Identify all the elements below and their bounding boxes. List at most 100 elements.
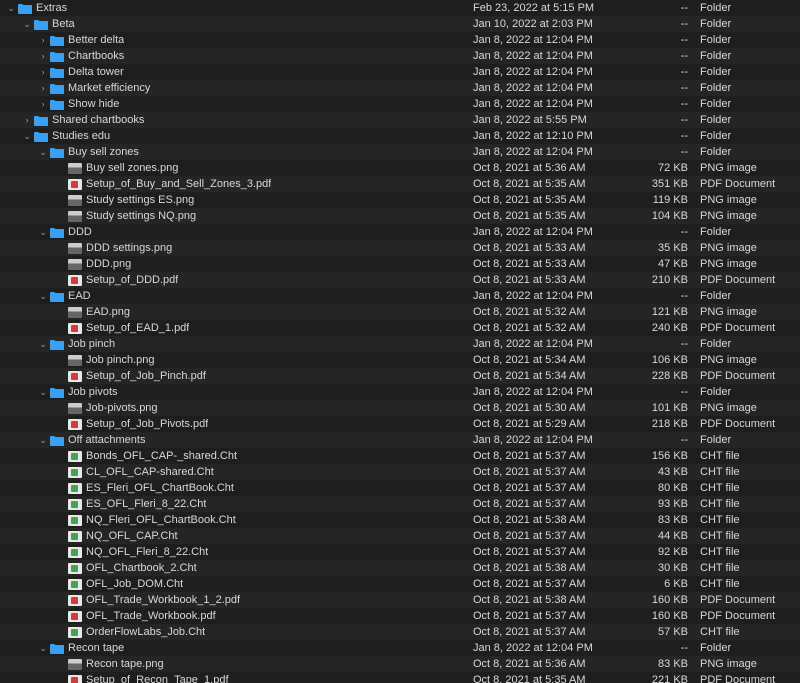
disclosure-open-icon[interactable]: ⌄ — [38, 432, 48, 448]
cht-file-icon — [68, 467, 82, 478]
folder-row[interactable]: ›Show hideJan 8, 2022 at 12:04 PM--Folde… — [0, 96, 800, 112]
disclosure-closed-icon[interactable]: › — [38, 48, 48, 64]
file-row[interactable]: OFL_Job_DOM.ChtOct 8, 2021 at 5:37 AM6 K… — [0, 576, 800, 592]
file-kind: Folder — [694, 80, 800, 96]
folder-row[interactable]: ⌄Job pivotsJan 8, 2022 at 12:04 PM--Fold… — [0, 384, 800, 400]
file-kind: PNG image — [694, 352, 800, 368]
folder-row[interactable]: ⌄Buy sell zonesJan 8, 2022 at 12:04 PM--… — [0, 144, 800, 160]
disclosure-closed-icon[interactable]: › — [22, 112, 32, 128]
file-row[interactable]: Setup_of_Buy_and_Sell_Zones_3.pdfOct 8, … — [0, 176, 800, 192]
file-row[interactable]: Setup_of_Job_Pivots.pdfOct 8, 2021 at 5:… — [0, 416, 800, 432]
date-modified: Jan 8, 2022 at 12:04 PM — [473, 288, 633, 304]
date-modified: Jan 8, 2022 at 12:04 PM — [473, 144, 633, 160]
disclosure-open-icon[interactable]: ⌄ — [6, 0, 16, 16]
folder-icon — [34, 117, 48, 126]
file-kind: Folder — [694, 144, 800, 160]
file-row[interactable]: Setup_of_Recon_Tape_1.pdfOct 8, 2021 at … — [0, 672, 800, 683]
date-modified: Oct 8, 2021 at 5:33 AM — [473, 240, 633, 256]
disclosure-closed-icon[interactable]: › — [38, 80, 48, 96]
file-row[interactable]: ES_Fleri_OFL_ChartBook.ChtOct 8, 2021 at… — [0, 480, 800, 496]
file-row[interactable]: EAD.pngOct 8, 2021 at 5:32 AM121 KBPNG i… — [0, 304, 800, 320]
file-row[interactable]: NQ_OFL_CAP.ChtOct 8, 2021 at 5:37 AM44 K… — [0, 528, 800, 544]
disclosure-open-icon[interactable]: ⌄ — [38, 224, 48, 240]
folder-row[interactable]: ›Shared chartbooksJan 8, 2022 at 5:55 PM… — [0, 112, 800, 128]
file-row[interactable]: Setup_of_Job_Pinch.pdfOct 8, 2021 at 5:3… — [0, 368, 800, 384]
file-row[interactable]: NQ_Fleri_OFL_ChartBook.ChtOct 8, 2021 at… — [0, 512, 800, 528]
disclosure-open-icon[interactable]: ⌄ — [22, 128, 32, 144]
file-row[interactable]: Job-pivots.pngOct 8, 2021 at 5:30 AM101 … — [0, 400, 800, 416]
file-row[interactable]: OFL_Trade_Workbook.pdfOct 8, 2021 at 5:3… — [0, 608, 800, 624]
folder-row[interactable]: ⌄Recon tapeJan 8, 2022 at 12:04 PM--Fold… — [0, 640, 800, 656]
folder-row[interactable]: ›Market efficiencyJan 8, 2022 at 12:04 P… — [0, 80, 800, 96]
file-row[interactable]: DDD.pngOct 8, 2021 at 5:33 AM47 KBPNG im… — [0, 256, 800, 272]
date-modified: Oct 8, 2021 at 5:36 AM — [473, 160, 633, 176]
file-size: 80 KB — [633, 480, 694, 496]
disclosure-closed-icon[interactable]: › — [38, 96, 48, 112]
date-modified: Jan 8, 2022 at 12:04 PM — [473, 640, 633, 656]
file-row[interactable]: Setup_of_DDD.pdfOct 8, 2021 at 5:33 AM21… — [0, 272, 800, 288]
disclosure-open-icon[interactable]: ⌄ — [22, 16, 32, 32]
file-row[interactable]: Setup_of_EAD_1.pdfOct 8, 2021 at 5:32 AM… — [0, 320, 800, 336]
file-size: 121 KB — [633, 304, 694, 320]
folder-row[interactable]: ⌄EADJan 8, 2022 at 12:04 PM--Folder — [0, 288, 800, 304]
folder-row[interactable]: ›Delta towerJan 8, 2022 at 12:04 PM--Fol… — [0, 64, 800, 80]
file-kind: Folder — [694, 0, 800, 16]
disclosure-open-icon[interactable]: ⌄ — [38, 384, 48, 400]
file-kind: Folder — [694, 224, 800, 240]
date-modified: Oct 8, 2021 at 5:35 AM — [473, 208, 633, 224]
folder-row[interactable]: ⌄Job pinchJan 8, 2022 at 12:04 PM--Folde… — [0, 336, 800, 352]
folder-row[interactable]: ⌄Off attachmentsJan 8, 2022 at 12:04 PM-… — [0, 432, 800, 448]
file-size: 47 KB — [633, 256, 694, 272]
item-name: DDD — [68, 224, 92, 240]
folder-row[interactable]: ⌄Studies eduJan 8, 2022 at 12:10 PM--Fol… — [0, 128, 800, 144]
item-name: Job pivots — [68, 384, 118, 400]
file-row[interactable]: Study settings ES.pngOct 8, 2021 at 5:35… — [0, 192, 800, 208]
file-row[interactable]: Bonds_OFL_CAP-_shared.ChtOct 8, 2021 at … — [0, 448, 800, 464]
file-row[interactable]: DDD settings.pngOct 8, 2021 at 5:33 AM35… — [0, 240, 800, 256]
file-row[interactable]: CL_OFL_CAP-shared.ChtOct 8, 2021 at 5:37… — [0, 464, 800, 480]
file-size: 156 KB — [633, 448, 694, 464]
date-modified: Oct 8, 2021 at 5:37 AM — [473, 496, 633, 512]
folder-icon — [50, 229, 64, 238]
file-kind: Folder — [694, 32, 800, 48]
folder-row[interactable]: ⌄DDDJan 8, 2022 at 12:04 PM--Folder — [0, 224, 800, 240]
png-file-icon — [68, 355, 82, 366]
disclosure-open-icon[interactable]: ⌄ — [38, 144, 48, 160]
file-kind: PNG image — [694, 304, 800, 320]
file-row[interactable]: OFL_Chartbook_2.ChtOct 8, 2021 at 5:38 A… — [0, 560, 800, 576]
disclosure-open-icon[interactable]: ⌄ — [38, 288, 48, 304]
file-row[interactable]: Job pinch.pngOct 8, 2021 at 5:34 AM106 K… — [0, 352, 800, 368]
file-kind: CHT file — [694, 528, 800, 544]
file-size: 83 KB — [633, 512, 694, 528]
date-modified: Oct 8, 2021 at 5:37 AM — [473, 448, 633, 464]
folder-icon — [50, 37, 64, 46]
cht-file-icon — [68, 547, 82, 558]
folder-row[interactable]: ⌄BetaJan 10, 2022 at 2:03 PM--Folder — [0, 16, 800, 32]
file-size: 218 KB — [633, 416, 694, 432]
folder-row[interactable]: ›ChartbooksJan 8, 2022 at 12:04 PM--Fold… — [0, 48, 800, 64]
file-row[interactable]: Study settings NQ.pngOct 8, 2021 at 5:35… — [0, 208, 800, 224]
item-name: Setup_of_EAD_1.pdf — [86, 320, 189, 336]
folder-row[interactable]: ⌄ExtrasFeb 23, 2022 at 5:15 PM--Folder — [0, 0, 800, 16]
disclosure-closed-icon[interactable]: › — [38, 32, 48, 48]
disclosure-open-icon[interactable]: ⌄ — [38, 640, 48, 656]
folder-row[interactable]: ›Better deltaJan 8, 2022 at 12:04 PM--Fo… — [0, 32, 800, 48]
png-file-icon — [68, 307, 82, 318]
folder-icon — [50, 149, 64, 158]
folder-icon — [50, 293, 64, 302]
file-size: -- — [633, 288, 694, 304]
png-file-icon — [68, 403, 82, 414]
file-size: -- — [633, 224, 694, 240]
file-row[interactable]: OFL_Trade_Workbook_1_2.pdfOct 8, 2021 at… — [0, 592, 800, 608]
file-row[interactable]: Recon tape.pngOct 8, 2021 at 5:36 AM83 K… — [0, 656, 800, 672]
disclosure-open-icon[interactable]: ⌄ — [38, 336, 48, 352]
item-name: Job-pivots.png — [86, 400, 158, 416]
file-row[interactable]: OrderFlowLabs_Job.ChtOct 8, 2021 at 5:37… — [0, 624, 800, 640]
file-row[interactable]: NQ_OFL_Fleri_8_22.ChtOct 8, 2021 at 5:37… — [0, 544, 800, 560]
date-modified: Jan 8, 2022 at 12:04 PM — [473, 336, 633, 352]
disclosure-closed-icon[interactable]: › — [38, 64, 48, 80]
file-row[interactable]: Buy sell zones.pngOct 8, 2021 at 5:36 AM… — [0, 160, 800, 176]
date-modified: Oct 8, 2021 at 5:37 AM — [473, 624, 633, 640]
file-row[interactable]: ES_OFL_Fleri_8_22.ChtOct 8, 2021 at 5:37… — [0, 496, 800, 512]
file-size: -- — [633, 16, 694, 32]
